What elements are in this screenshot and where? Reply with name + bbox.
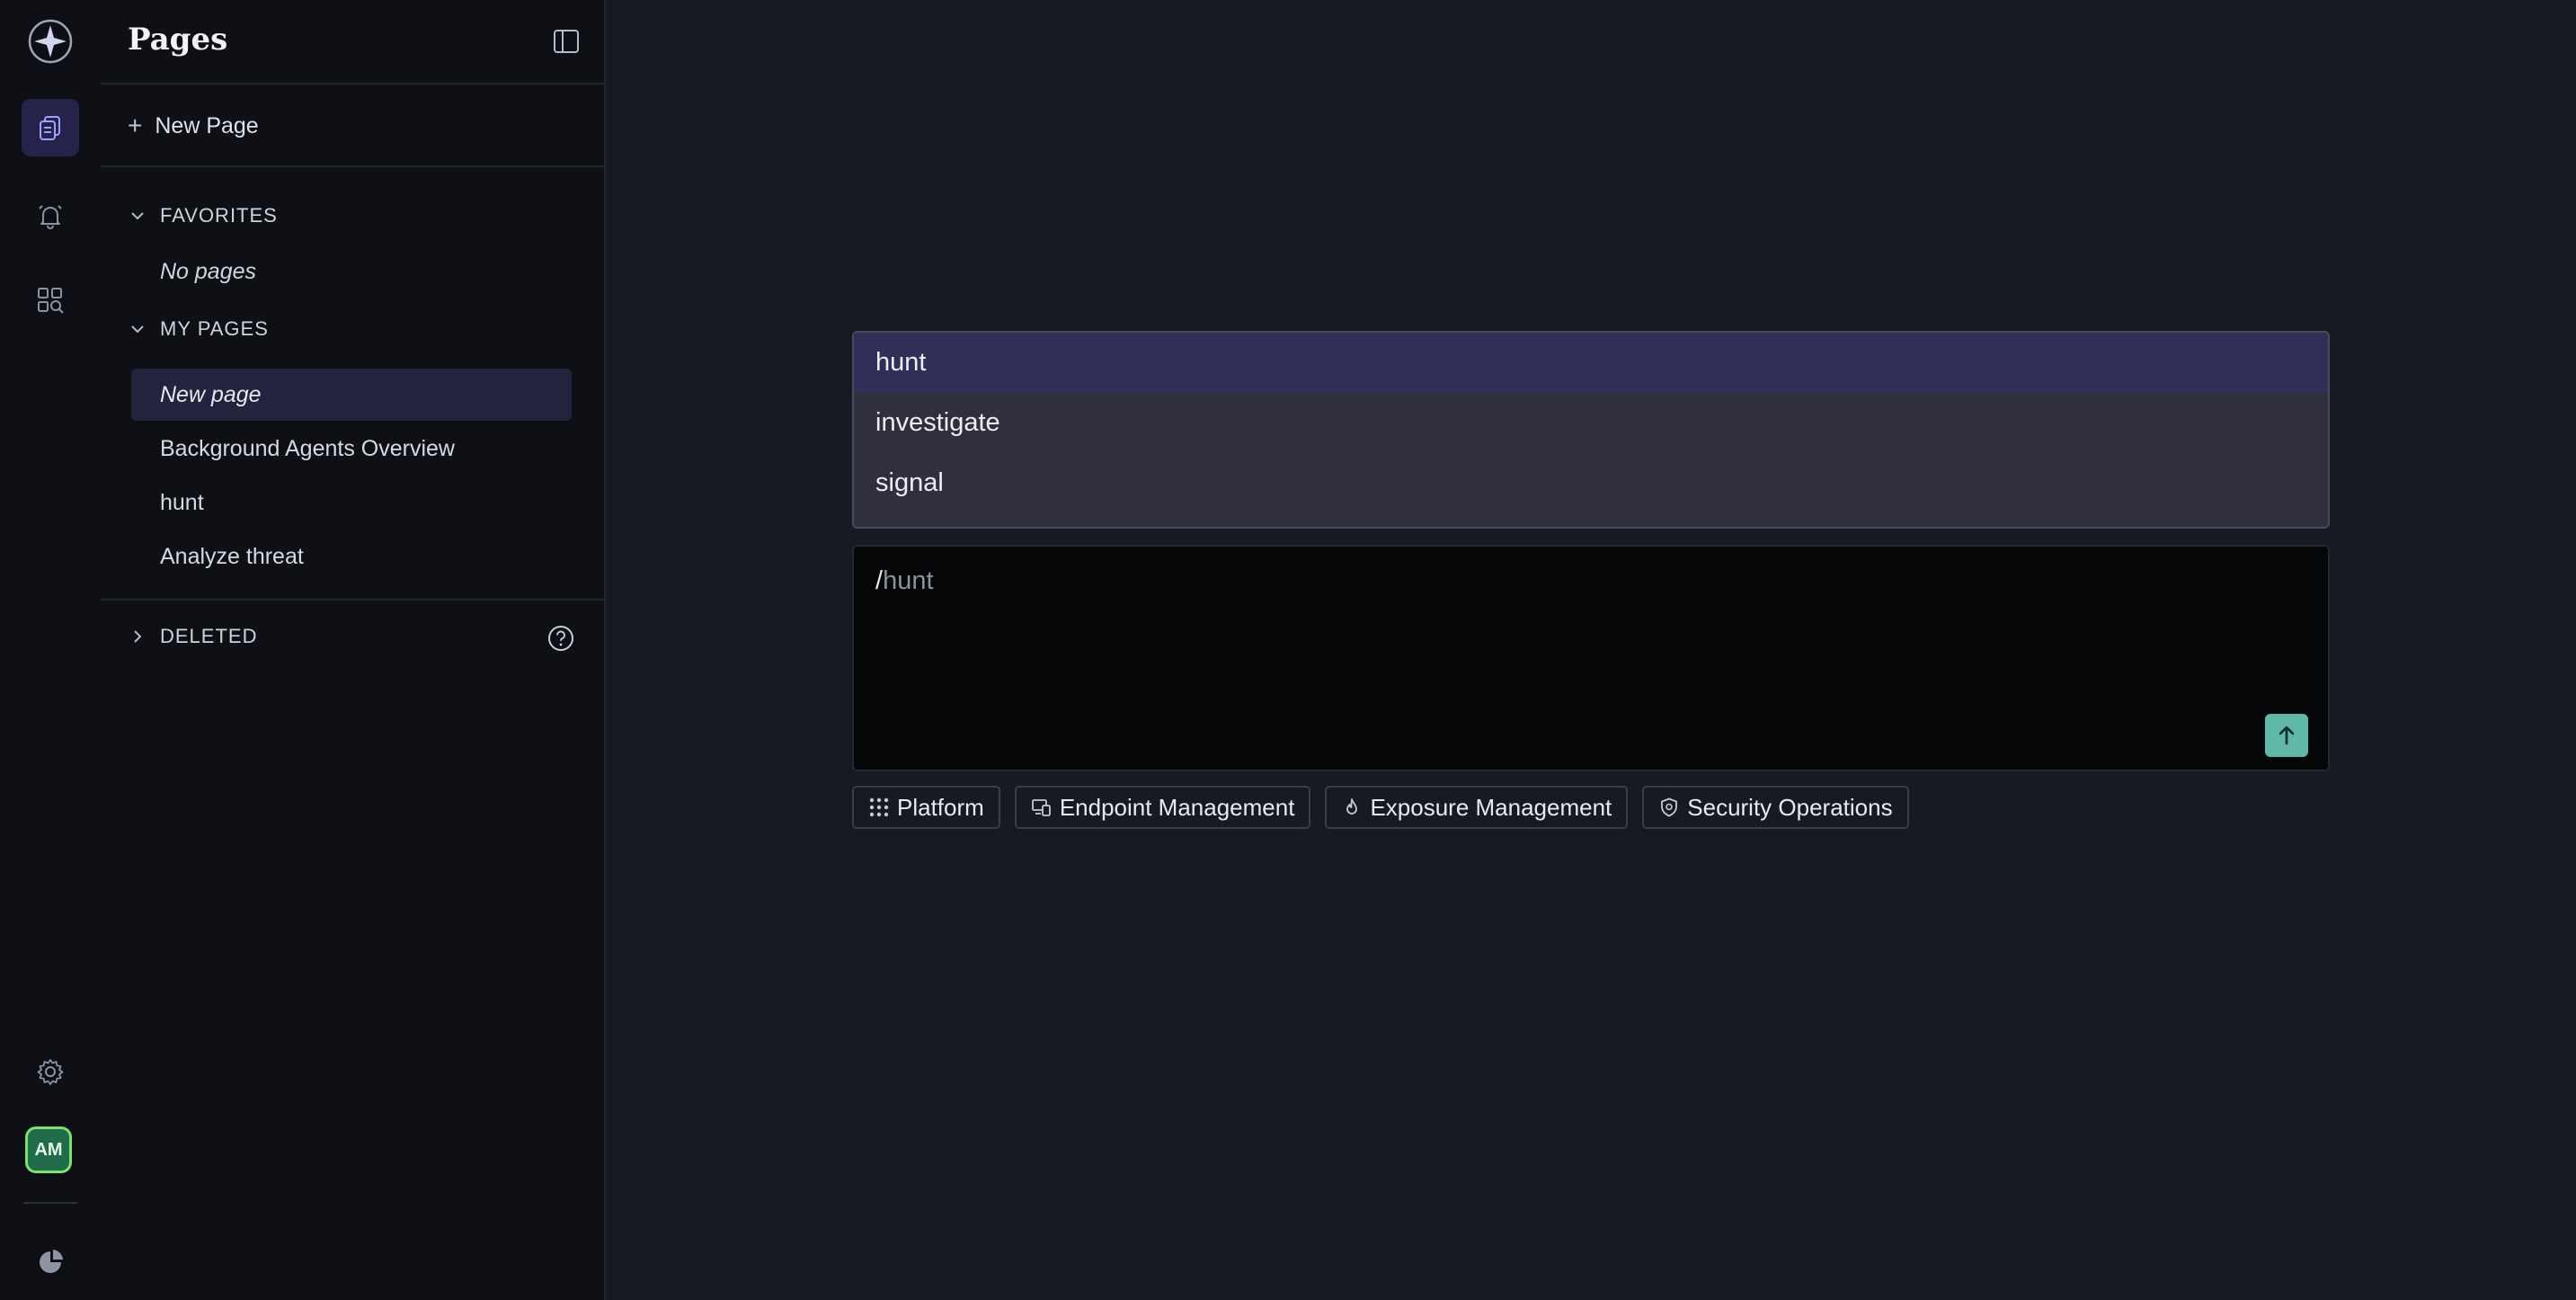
suggestion-label: investigate — [875, 408, 1000, 437]
settings-nav-button[interactable] — [22, 1043, 79, 1100]
page-item-label: hunt — [160, 489, 204, 515]
sidebar-toggle-icon[interactable] — [552, 27, 581, 56]
send-button[interactable] — [2265, 714, 2308, 757]
favorites-section-toggle[interactable]: FAVORITES — [128, 200, 278, 232]
command-suggestions-dropdown: hunt investigate signal — [852, 331, 2330, 529]
page-item-new-page[interactable]: New page — [131, 369, 572, 421]
divider — [101, 83, 604, 85]
chip-exposure-management[interactable]: Exposure Management — [1325, 786, 1629, 829]
page-item-label: Background Agents Overview — [160, 435, 455, 461]
chevron-down-icon — [131, 212, 144, 220]
arrow-up-icon — [2278, 726, 2295, 745]
pages-sidebar: Pages + New Page FAVORITES No pages MY P… — [101, 0, 606, 1300]
page-item-analyze-threat[interactable]: Analyze threat — [131, 530, 572, 583]
favorites-empty-text: No pages — [160, 259, 257, 284]
suggestion-item-hunt[interactable]: hunt — [854, 333, 2328, 393]
chevron-right-icon — [134, 630, 142, 643]
chip-endpoint-management[interactable]: Endpoint Management — [1014, 786, 1311, 829]
pages-icon — [40, 116, 60, 140]
flame-icon — [1346, 798, 1358, 815]
grid-dots-icon — [869, 797, 889, 817]
chart-pie-icon — [40, 1250, 63, 1273]
page-item-label: New page — [160, 381, 262, 407]
prompt-text: /hunt — [875, 566, 934, 596]
divider — [101, 599, 604, 601]
prompt-autocomplete-ghost: hunt — [883, 566, 934, 595]
chip-platform[interactable]: Platform — [852, 786, 1000, 829]
suggestion-label: hunt — [875, 348, 927, 377]
chip-security-operations[interactable]: Security Operations — [1642, 786, 1909, 829]
suggestion-item-signal[interactable]: signal — [854, 453, 2328, 513]
deleted-label: DELETED — [160, 625, 258, 647]
new-page-button[interactable]: + New Page — [128, 108, 259, 144]
shield-icon — [1661, 797, 1678, 817]
sidebar-title: Pages — [128, 22, 228, 58]
chip-label: Exposure Management — [1370, 793, 1612, 821]
favorites-label: FAVORITES — [160, 204, 278, 227]
context-chips: Platform Endpoint Management Exposure Ma… — [852, 786, 1909, 829]
pages-nav-button[interactable] — [22, 99, 79, 156]
left-rail: AM — [0, 0, 102, 1300]
plus-icon: + — [128, 111, 143, 139]
suggestion-item-investigate[interactable]: investigate — [854, 393, 2328, 453]
chip-label: Security Operations — [1687, 793, 1893, 821]
prompt-typed-text: / — [875, 566, 884, 595]
bell-icon — [39, 205, 62, 229]
page-item-label: Analyze threat — [160, 543, 304, 569]
apps-search-icon — [38, 288, 64, 314]
devices-icon — [1031, 799, 1051, 816]
user-avatar[interactable]: AM — [25, 1126, 72, 1173]
divider — [101, 165, 604, 167]
page-item-background-agents-overview[interactable]: Background Agents Overview — [131, 423, 572, 475]
deleted-section-toggle[interactable]: DELETED — [128, 620, 257, 653]
chevron-down-icon — [131, 325, 144, 334]
app-logo-icon[interactable] — [27, 18, 74, 65]
notifications-nav-button[interactable] — [22, 187, 79, 245]
analytics-nav-button[interactable] — [22, 1233, 79, 1291]
page-item-hunt[interactable]: hunt — [131, 476, 572, 529]
new-page-label: New Page — [155, 112, 259, 138]
rail-divider — [23, 1202, 77, 1204]
prompt-input[interactable]: /hunt — [852, 545, 2330, 771]
my-pages-section-toggle[interactable]: MY PAGES — [128, 313, 269, 345]
chip-label: Endpoint Management — [1059, 793, 1295, 821]
chip-label: Platform — [897, 793, 984, 821]
my-pages-label: MY PAGES — [160, 317, 269, 340]
help-icon[interactable] — [546, 624, 575, 653]
apps-nav-button[interactable] — [22, 272, 79, 329]
suggestion-label: signal — [875, 468, 944, 497]
gear-icon — [37, 1059, 64, 1085]
